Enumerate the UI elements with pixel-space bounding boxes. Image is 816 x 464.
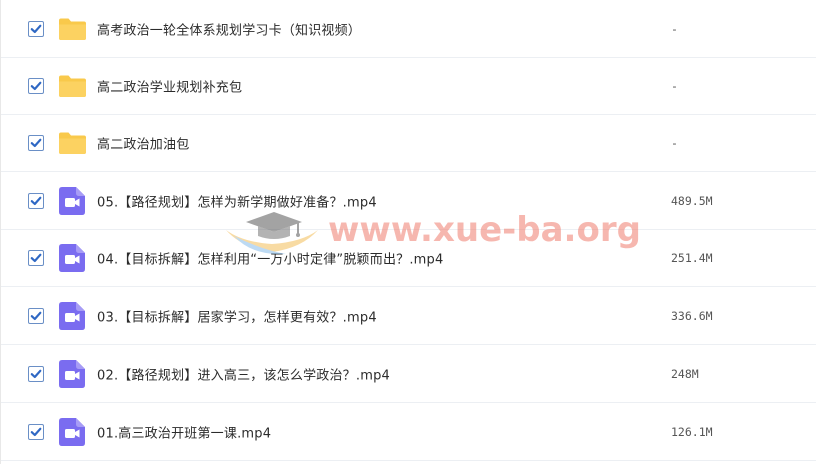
- row-checkbox[interactable]: [28, 78, 44, 94]
- folder-icon: [59, 132, 86, 154]
- video-file-icon: [59, 302, 85, 330]
- video-file-icon: [59, 187, 85, 215]
- row-checkbox[interactable]: [28, 135, 44, 151]
- checkmark-icon: [30, 427, 42, 437]
- file-size: 489.5M: [671, 194, 713, 208]
- file-row-folder[interactable]: 高考政治一轮全体系规划学习卡（知识视频） -: [1, 1, 816, 58]
- file-size: -: [671, 79, 678, 93]
- checkmark-icon: [30, 369, 42, 379]
- file-row-video[interactable]: 05.【路径规划】怎样为新学期做好准备？.mp4 489.5M: [1, 173, 816, 230]
- file-name[interactable]: 01.高三政治开班第一课.mp4: [97, 423, 271, 442]
- file-size: -: [671, 22, 678, 36]
- folder-icon: [59, 75, 86, 97]
- checkmark-icon: [30, 81, 42, 91]
- row-checkbox[interactable]: [28, 193, 44, 209]
- folder-icon: [59, 18, 86, 40]
- file-list: 高考政治一轮全体系规划学习卡（知识视频） - 高二政治学业规划补充包 - 高二政…: [0, 0, 816, 464]
- video-file-icon: [59, 418, 85, 446]
- checkmark-icon: [30, 138, 42, 148]
- row-checkbox[interactable]: [28, 366, 44, 382]
- file-name[interactable]: 03.【目标拆解】居家学习，怎样更有效？.mp4: [97, 307, 377, 326]
- row-checkbox[interactable]: [28, 424, 44, 440]
- row-checkbox[interactable]: [28, 21, 44, 37]
- file-row-folder[interactable]: 高二政治加油包 -: [1, 115, 816, 172]
- file-row-video[interactable]: 01.高三政治开班第一课.mp4 126.1M: [1, 404, 816, 461]
- file-name[interactable]: 04.【目标拆解】怎样利用“一万小时定律”脱颖而出？.mp4: [97, 249, 443, 268]
- checkmark-icon: [30, 24, 42, 34]
- checkmark-icon: [30, 196, 42, 206]
- file-row-video[interactable]: 04.【目标拆解】怎样利用“一万小时定律”脱颖而出？.mp4 251.4M: [1, 230, 816, 287]
- file-name[interactable]: 高二政治加油包: [97, 134, 189, 153]
- file-name[interactable]: 高考政治一轮全体系规划学习卡（知识视频）: [97, 20, 361, 39]
- checkmark-icon: [30, 253, 42, 263]
- checkmark-icon: [30, 311, 42, 321]
- video-file-icon: [59, 360, 85, 388]
- row-checkbox[interactable]: [28, 308, 44, 324]
- file-size: 126.1M: [671, 425, 713, 439]
- file-size: 251.4M: [671, 251, 713, 265]
- row-checkbox[interactable]: [28, 250, 44, 266]
- file-size: -: [671, 136, 678, 150]
- file-name[interactable]: 高二政治学业规划补充包: [97, 77, 242, 96]
- video-file-icon: [59, 244, 85, 272]
- file-name[interactable]: 02.【路径规划】进入高三，该怎么学政治？.mp4: [97, 365, 390, 384]
- file-row-video[interactable]: 03.【目标拆解】居家学习，怎样更有效？.mp4 336.6M: [1, 288, 816, 345]
- file-size: 248M: [671, 367, 699, 381]
- file-name[interactable]: 05.【路径规划】怎样为新学期做好准备？.mp4: [97, 192, 377, 211]
- file-row-folder[interactable]: 高二政治学业规划补充包 -: [1, 58, 816, 115]
- file-size: 336.6M: [671, 309, 713, 323]
- file-row-video[interactable]: 02.【路径规划】进入高三，该怎么学政治？.mp4 248M: [1, 346, 816, 403]
